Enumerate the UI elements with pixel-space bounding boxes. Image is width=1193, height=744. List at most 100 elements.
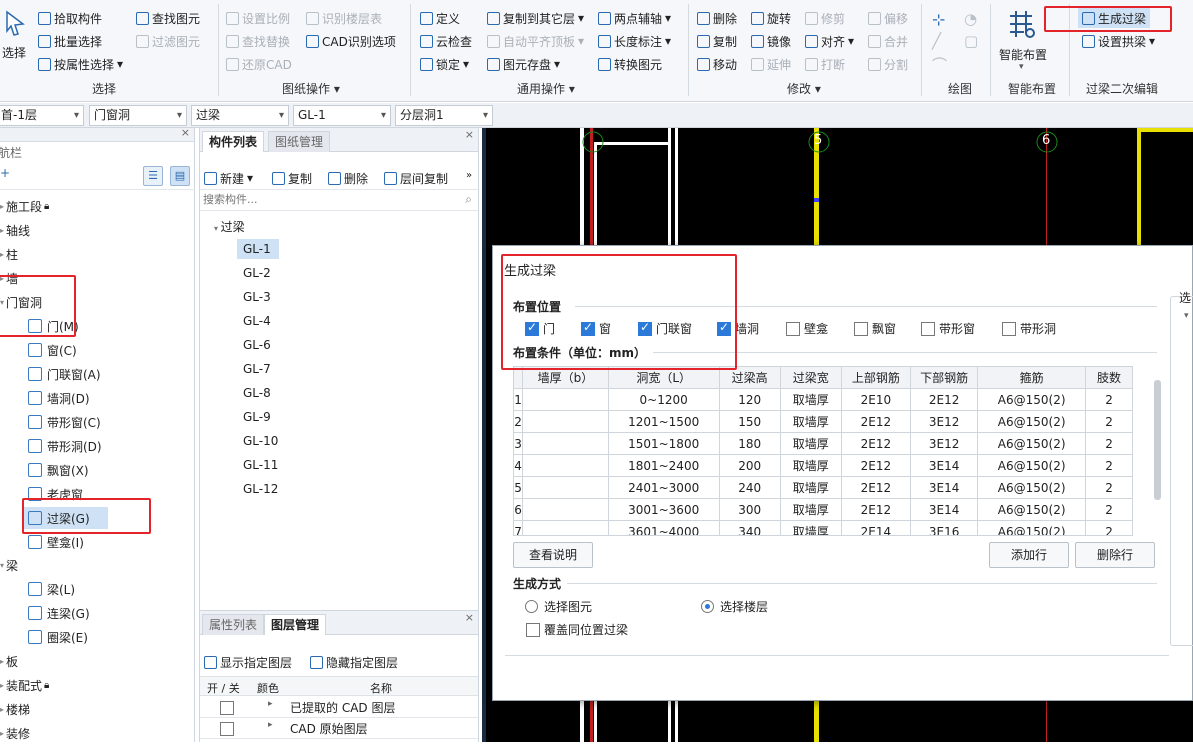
- close-icon[interactable]: ×: [465, 128, 474, 141]
- pos-strip-hole-checkbox[interactable]: 带形洞: [1002, 320, 1056, 337]
- auto-flush-button[interactable]: 自动平齐顶板 ▾: [487, 31, 584, 51]
- cell-stirrup[interactable]: A6@150(2): [977, 454, 1087, 477]
- more-icon[interactable]: »: [466, 170, 472, 181]
- cell-stirrup[interactable]: A6@150(2): [977, 432, 1087, 455]
- cell-top-bar[interactable]: 2E14: [840, 520, 912, 535]
- component-item[interactable]: GL-1: [237, 239, 279, 259]
- cell-top-bar[interactable]: 2E10: [840, 388, 912, 411]
- pos-bay-window-checkbox[interactable]: 飘窗: [854, 320, 896, 337]
- nav-wall[interactable]: ▸ 墙: [0, 267, 18, 289]
- table-row[interactable]: 4 1801~2400 200 取墙厚 2E12 3E14 A6@150(2) 2: [514, 454, 1132, 477]
- cell-top-bar[interactable]: 2E12: [840, 410, 912, 433]
- cell-width[interactable]: 1801~2400: [607, 454, 720, 477]
- select-icon[interactable]: [4, 10, 26, 36]
- tab-component-list[interactable]: 构件列表: [202, 131, 265, 152]
- overwrite-checkbox[interactable]: 覆盖同位置过梁: [526, 621, 628, 638]
- cell-stirrup[interactable]: A6@150(2): [977, 388, 1087, 411]
- cell-legs[interactable]: 2: [1085, 520, 1132, 535]
- component-item[interactable]: GL-2: [237, 263, 279, 283]
- layer-toggle[interactable]: [220, 700, 234, 715]
- polyline-icon[interactable]: ⌒: [932, 54, 947, 75]
- nav-door-window[interactable]: 门联窗(A): [28, 363, 101, 385]
- smart-layout-button[interactable]: 智能布置: [999, 46, 1047, 63]
- cell-legs[interactable]: 2: [1085, 476, 1132, 499]
- cell-wall[interactable]: [522, 388, 609, 411]
- tab-layer-manage[interactable]: 图层管理: [264, 614, 327, 635]
- nav-window[interactable]: 窗(C): [28, 339, 77, 361]
- cell-beam-width[interactable]: 取墙厚: [779, 432, 842, 455]
- show-layer-button[interactable]: 显示指定图层: [204, 652, 292, 672]
- type-select[interactable]: 过梁: [191, 105, 289, 126]
- cell-height[interactable]: 340: [718, 520, 781, 535]
- lock-button[interactable]: 锁定 ▾: [420, 54, 469, 74]
- set-scale-button[interactable]: 设置比例: [226, 8, 290, 28]
- hide-layer-button[interactable]: 隐藏指定图层: [310, 652, 398, 672]
- find-element-button[interactable]: 查找图元: [136, 8, 200, 28]
- copy-to-floor-button[interactable]: 复制到其它层 ▾: [487, 8, 584, 28]
- cell-top-bar[interactable]: 2E12: [840, 454, 912, 477]
- cell-legs[interactable]: 2: [1085, 410, 1132, 433]
- find-replace-button[interactable]: 查找替换: [226, 31, 290, 51]
- set-arch-button[interactable]: 设置拱梁 ▾: [1078, 31, 1159, 51]
- cell-bottom-bar[interactable]: 3E12: [910, 410, 979, 433]
- cell-bottom-bar[interactable]: 3E14: [910, 498, 979, 521]
- component-item[interactable]: GL-12: [237, 479, 279, 499]
- opt-element-radio[interactable]: 选择图元: [525, 598, 592, 615]
- component-select[interactable]: GL-1: [293, 105, 391, 126]
- nav-link-beam[interactable]: 连梁(G): [28, 602, 90, 624]
- nav-beam-l[interactable]: 梁(L): [28, 578, 75, 600]
- cell-height[interactable]: 300: [718, 498, 781, 521]
- component-item[interactable]: GL-8: [237, 383, 279, 403]
- cell-stirrup[interactable]: A6@150(2): [977, 520, 1087, 535]
- component-item[interactable]: GL-10: [237, 431, 279, 451]
- cell-height[interactable]: 150: [718, 410, 781, 433]
- nav-dormer[interactable]: 老虎窗: [28, 483, 83, 505]
- component-item[interactable]: GL-11: [237, 455, 279, 475]
- tab-drawing-manage[interactable]: 图纸管理: [268, 131, 331, 152]
- cell-beam-width[interactable]: 取墙厚: [779, 388, 842, 411]
- cell-beam-width[interactable]: 取墙厚: [779, 476, 842, 499]
- merge-button[interactable]: 合并: [868, 31, 908, 51]
- new-button[interactable]: 新建 ▾: [204, 168, 253, 188]
- nav-ring-beam[interactable]: 圈梁(E): [28, 626, 88, 648]
- cell-top-bar[interactable]: 2E12: [840, 432, 912, 455]
- cell-beam-width[interactable]: 取墙厚: [779, 454, 842, 477]
- table-row[interactable]: 7 3601~4000 340 取墙厚 2E14 3E16 A6@150(2) 2: [514, 520, 1132, 535]
- cell-stirrup[interactable]: A6@150(2): [977, 476, 1087, 499]
- cell-top-bar[interactable]: 2E12: [840, 476, 912, 499]
- point-icon[interactable]: ⊹: [932, 10, 945, 29]
- cell-legs[interactable]: 2: [1085, 432, 1132, 455]
- expand-icon[interactable]: ▸: [268, 720, 273, 730]
- rect-icon[interactable]: ▢: [964, 32, 978, 50]
- pos-window-checkbox[interactable]: 窗: [581, 320, 611, 337]
- nav-openings[interactable]: ▾ 门窗洞: [0, 291, 42, 313]
- rotate-button[interactable]: 旋转: [751, 8, 791, 28]
- gen-lintel-button[interactable]: 生成过梁: [1078, 8, 1151, 28]
- cell-stirrup[interactable]: A6@150(2): [977, 498, 1087, 521]
- element-save-button[interactable]: 图元存盘 ▾: [487, 54, 560, 74]
- floor-copy-button[interactable]: 层间复制: [384, 168, 448, 188]
- align-button[interactable]: 对齐 ▾: [805, 31, 854, 51]
- component-item[interactable]: GL-6: [237, 335, 279, 355]
- cell-legs[interactable]: 2: [1085, 498, 1132, 521]
- component-item[interactable]: GL-7: [237, 359, 279, 379]
- trim-button[interactable]: 修剪: [805, 8, 845, 28]
- cell-width[interactable]: 3001~3600: [607, 498, 720, 521]
- component-item[interactable]: GL-9: [237, 407, 279, 427]
- table-scrollbar[interactable]: [1154, 380, 1161, 500]
- nav-strip-hole[interactable]: 带形洞(D): [28, 435, 102, 457]
- search-icon[interactable]: ⌕: [465, 192, 472, 207]
- cell-legs[interactable]: 2: [1085, 454, 1132, 477]
- nav-strip-window[interactable]: 带形窗(C): [28, 411, 101, 433]
- split-button[interactable]: 分割: [868, 54, 908, 74]
- cell-wall[interactable]: [522, 410, 609, 433]
- cell-bottom-bar[interactable]: 3E16: [910, 520, 979, 535]
- cell-wall[interactable]: [522, 476, 609, 499]
- cell-top-bar[interactable]: 2E12: [840, 498, 912, 521]
- nav-slab[interactable]: ▸ 板: [0, 650, 18, 672]
- table-row[interactable]: 6 3001~3600 300 取墙厚 2E12 3E14 A6@150(2) 2: [514, 498, 1132, 521]
- search-input[interactable]: [200, 190, 450, 209]
- cad-options-button[interactable]: CAD识别选项: [306, 31, 396, 51]
- nav-column[interactable]: ▸ 柱: [0, 243, 18, 265]
- add-row-button[interactable]: 添加行: [989, 542, 1069, 568]
